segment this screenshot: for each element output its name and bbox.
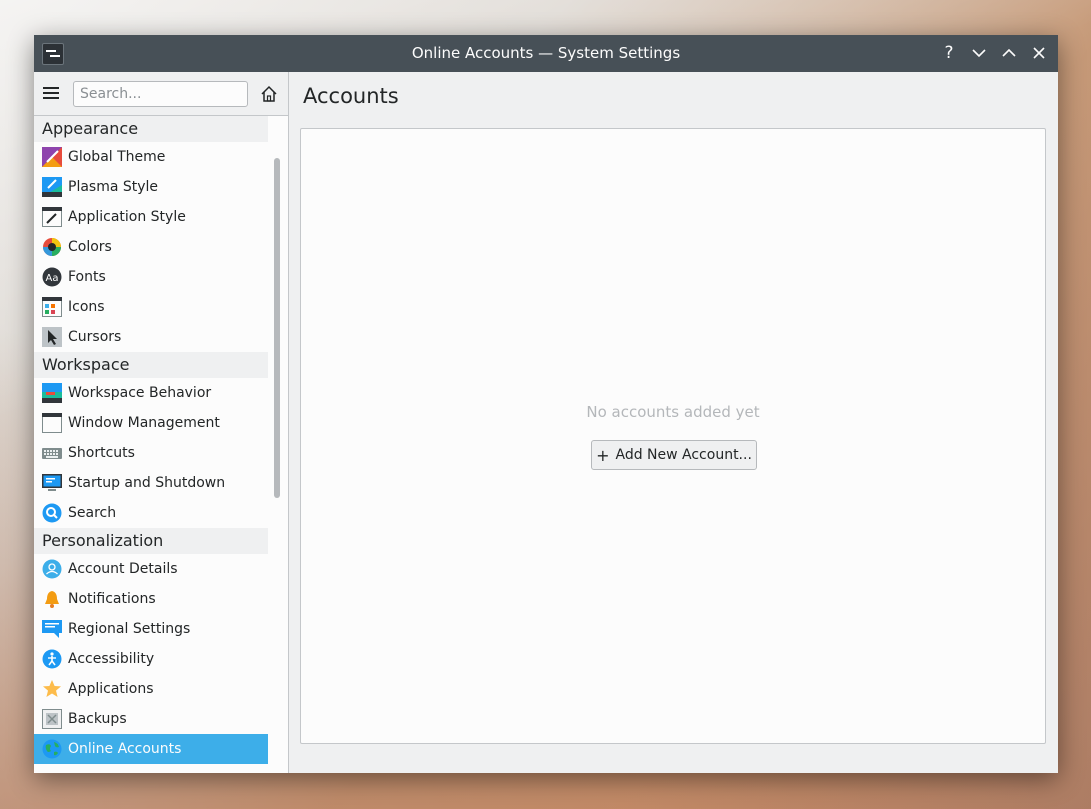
sidebar-item-accessibility[interactable]: Accessibility xyxy=(34,644,268,674)
close-button[interactable] xyxy=(1028,42,1050,64)
category-appearance: Appearance xyxy=(34,116,268,142)
sidebar-item-plasma-style[interactable]: Plasma Style xyxy=(34,172,268,202)
sidebar-item-notifications[interactable]: Notifications xyxy=(34,584,268,614)
sidebar-item-label: Fonts xyxy=(68,269,106,285)
sidebar-item-cursors[interactable]: Cursors xyxy=(34,322,268,352)
minimize-button[interactable] xyxy=(968,42,990,64)
system-settings-window: Online Accounts — System Settings ? Appe… xyxy=(34,35,1058,773)
application-style-icon xyxy=(42,207,62,227)
sidebar-item-label: Cursors xyxy=(68,329,122,345)
page-title: Accounts xyxy=(303,84,399,108)
star-icon xyxy=(42,679,62,699)
sidebar-item-account-details[interactable]: Account Details xyxy=(34,554,268,584)
search-input[interactable] xyxy=(73,81,248,107)
add-new-account-button[interactable]: + Add New Account... xyxy=(591,440,757,470)
sidebar-item-label: Account Details xyxy=(68,561,178,577)
hamburger-menu-icon[interactable] xyxy=(43,85,61,101)
titlebar[interactable]: Online Accounts — System Settings ? xyxy=(34,35,1058,72)
category-personalization: Personalization xyxy=(34,528,268,554)
close-icon xyxy=(1033,47,1045,59)
sidebar-item-workspace-behavior[interactable]: Workspace Behavior xyxy=(34,378,268,408)
sidebar-item-label: Applications xyxy=(68,681,154,697)
sidebar-item-backups[interactable]: Backups xyxy=(34,704,268,734)
colors-icon xyxy=(42,237,62,257)
sidebar-item-label: Accessibility xyxy=(68,651,155,667)
sidebar-scrollbar[interactable] xyxy=(274,158,280,498)
sidebar-item-label: Window Management xyxy=(68,415,220,431)
sidebar-search-row xyxy=(34,72,288,116)
chevron-down-icon xyxy=(972,49,986,58)
sidebar-item-label: Plasma Style xyxy=(68,179,159,195)
globe-icon xyxy=(42,739,62,759)
sidebar-item-label: Online Accounts xyxy=(68,741,182,757)
sidebar-item-label: Startup and Shutdown xyxy=(68,475,226,491)
plus-icon: + xyxy=(596,445,610,465)
chat-bubble-icon xyxy=(42,619,62,639)
sidebar: Appearance Global Theme Plasma Style App… xyxy=(34,72,289,773)
category-workspace: Workspace xyxy=(34,352,268,378)
keyboard-icon xyxy=(42,443,62,463)
add-new-account-label: Add New Account... xyxy=(615,447,752,463)
sidebar-item-search[interactable]: Search xyxy=(34,498,268,528)
sidebar-item-label: Search xyxy=(68,505,117,521)
monitor-icon xyxy=(42,473,62,493)
search-icon xyxy=(42,503,62,523)
sidebar-item-shortcuts[interactable]: Shortcuts xyxy=(34,438,268,468)
sidebar-item-label: Backups xyxy=(68,711,127,727)
maximize-button[interactable] xyxy=(998,42,1020,64)
home-icon[interactable] xyxy=(260,85,278,103)
help-button[interactable]: ? xyxy=(938,42,960,64)
sidebar-item-online-accounts[interactable]: Online Accounts xyxy=(34,734,268,764)
sidebar-item-label: Application Style xyxy=(68,209,186,225)
window-title: Online Accounts — System Settings xyxy=(411,44,681,62)
sidebar-item-global-theme[interactable]: Global Theme xyxy=(34,142,268,172)
sidebar-item-label: Shortcuts xyxy=(68,445,135,461)
window-management-icon xyxy=(42,413,62,433)
chevron-up-icon xyxy=(1002,48,1016,57)
sidebar-item-fonts[interactable]: Aa Fonts xyxy=(34,262,268,292)
sidebar-item-application-style[interactable]: Application Style xyxy=(34,202,268,232)
bell-icon xyxy=(42,589,62,609)
sidebar-item-label: Global Theme xyxy=(68,149,166,165)
sidebar-item-label: Colors xyxy=(68,239,112,255)
workspace-behavior-icon xyxy=(42,383,62,403)
sidebar-item-applications[interactable]: Applications xyxy=(34,674,268,704)
sidebar-list: Appearance Global Theme Plasma Style App… xyxy=(34,116,268,764)
sidebar-item-regional-settings[interactable]: Regional Settings xyxy=(34,614,268,644)
global-theme-icon xyxy=(42,147,62,167)
sidebar-item-label: Regional Settings xyxy=(68,621,191,637)
sidebar-item-startup-and-shutdown[interactable]: Startup and Shutdown xyxy=(34,468,268,498)
main-content: Accounts No accounts added yet + Add New… xyxy=(289,72,1058,773)
accessibility-icon xyxy=(42,649,62,669)
icons-icon xyxy=(42,297,62,317)
svg-text:Aa: Aa xyxy=(46,273,59,284)
backup-icon xyxy=(42,709,62,729)
sidebar-item-window-management[interactable]: Window Management xyxy=(34,408,268,438)
sidebar-item-label: Notifications xyxy=(68,591,156,607)
sidebar-item-label: Icons xyxy=(68,299,105,315)
empty-state-message: No accounts added yet xyxy=(586,403,760,421)
accounts-panel: No accounts added yet + Add New Account.… xyxy=(300,128,1046,744)
sidebar-item-colors[interactable]: Colors xyxy=(34,232,268,262)
fonts-icon: Aa xyxy=(42,267,62,287)
user-icon xyxy=(42,559,62,579)
plasma-style-icon xyxy=(42,177,62,197)
sidebar-item-icons[interactable]: Icons xyxy=(34,292,268,322)
sidebar-item-label: Workspace Behavior xyxy=(68,385,212,401)
cursors-icon xyxy=(42,327,62,347)
